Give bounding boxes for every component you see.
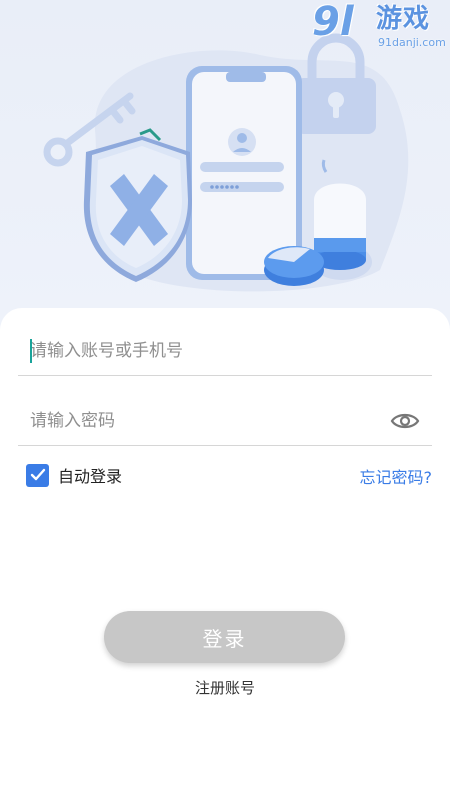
eye-icon[interactable] [390, 407, 420, 435]
auto-login-label[interactable]: 自动登录 [58, 463, 122, 487]
watermark: 9l 游戏 91danji.com [312, 0, 448, 54]
account-input[interactable] [30, 336, 370, 366]
password-field [18, 396, 432, 446]
auto-login-checkbox[interactable] [26, 463, 49, 487]
watermark-url: 91danji.com [378, 36, 446, 49]
check-icon [30, 468, 45, 481]
forgot-password-link[interactable]: 忘记密码? [360, 464, 433, 488]
text-caret [30, 339, 32, 363]
watermark-title: 游戏 [376, 4, 431, 34]
hero-illustration: 9l 游戏 91danji.com [0, 0, 450, 330]
password-input[interactable] [30, 406, 370, 436]
watermark-logo: 9l [312, 0, 354, 45]
pie-disk-icon [264, 246, 324, 286]
register-link[interactable]: 注册账号 [0, 677, 450, 698]
account-field [18, 326, 432, 376]
auto-login-row: 自动登录 [26, 463, 122, 487]
login-card: 自动登录 忘记密码? 登录 注册账号 [0, 308, 450, 800]
login-button[interactable]: 登录 [104, 611, 345, 663]
